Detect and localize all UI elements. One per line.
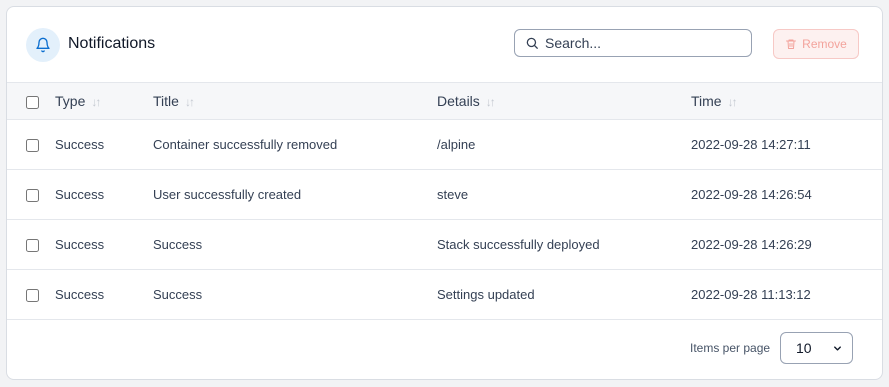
cell-time: 2022-09-28 14:26:54 [691, 187, 812, 202]
cell-time: 2022-09-28 11:13:12 [691, 287, 811, 302]
cell-type: Success [55, 137, 105, 152]
row-select-cell [7, 120, 55, 170]
header-icon-badge [26, 28, 60, 62]
search-input[interactable] [545, 35, 735, 51]
table-header-row: Type ↓↑ Title ↓↑ Details ↓↑ Time ↓↑ [7, 82, 882, 120]
bell-icon [36, 37, 50, 53]
search-icon [526, 37, 538, 49]
cell-details: steve [437, 187, 469, 202]
trash-icon [786, 39, 797, 49]
cell-type: Success [55, 237, 105, 252]
cell-title: User successfully created [153, 187, 302, 202]
column-label-title: Title [153, 93, 179, 109]
sort-arrows-icon[interactable]: ↓↑ [91, 95, 101, 109]
cell-details: Settings updated [437, 287, 535, 302]
table-row[interactable]: Success Success Stack successfully deplo… [7, 220, 882, 270]
cell-time: 2022-09-28 14:27:11 [691, 137, 811, 152]
sort-arrows-icon[interactable]: ↓↑ [486, 95, 496, 109]
cell-type: Success [55, 287, 105, 302]
row-select-cell [7, 170, 55, 220]
sort-arrows-icon[interactable]: ↓↑ [185, 95, 195, 109]
search-box[interactable] [514, 29, 752, 57]
notifications-panel: Notifications Remove Type ↓↑ [6, 6, 883, 380]
remove-button[interactable]: Remove [773, 29, 859, 59]
column-header-details[interactable]: Details ↓↑ [437, 83, 691, 120]
cell-title: Container successfully removed [153, 137, 338, 152]
table-row[interactable]: Success Container successfully removed /… [7, 120, 882, 170]
cell-time: 2022-09-28 14:26:29 [691, 237, 812, 252]
items-per-page-value: 10 [796, 340, 812, 356]
cell-details: /alpine [437, 137, 476, 152]
column-label-type: Type [55, 93, 86, 109]
row-select-cell [7, 270, 55, 320]
table-row[interactable]: Success User successfully created steve … [7, 170, 882, 220]
remove-button-label: Remove [802, 37, 847, 51]
column-header-time[interactable]: Time ↓↑ [691, 83, 882, 120]
page-title: Notifications [68, 35, 156, 52]
row-checkbox[interactable] [26, 239, 39, 253]
items-per-page-label: Items per page [690, 341, 771, 355]
row-checkbox[interactable] [26, 139, 39, 153]
column-header-title[interactable]: Title ↓↑ [153, 83, 437, 120]
panel-header: Notifications Remove [7, 7, 882, 82]
table-row[interactable]: Success Success Settings updated 2022-09… [7, 270, 882, 320]
cell-type: Success [55, 187, 105, 202]
cell-title: Success [153, 287, 203, 302]
notifications-table: Type ↓↑ Title ↓↑ Details ↓↑ Time ↓↑ Success … [7, 82, 882, 320]
row-select-cell [7, 220, 55, 270]
chevron-down-icon [834, 345, 841, 351]
cell-details: Stack successfully deployed [437, 237, 600, 252]
column-header-type[interactable]: Type ↓↑ [55, 83, 153, 120]
cell-title: Success [153, 237, 203, 252]
column-label-time: Time [691, 93, 722, 109]
select-all-checkbox[interactable] [26, 95, 39, 109]
select-all-cell [7, 83, 55, 120]
column-label-details: Details [437, 93, 480, 109]
row-checkbox[interactable] [26, 189, 39, 203]
items-per-page-select[interactable]: 10 [780, 332, 853, 364]
row-checkbox[interactable] [26, 289, 39, 303]
table-footer: Items per page 10 [7, 327, 882, 379]
sort-arrows-icon[interactable]: ↓↑ [728, 95, 738, 109]
